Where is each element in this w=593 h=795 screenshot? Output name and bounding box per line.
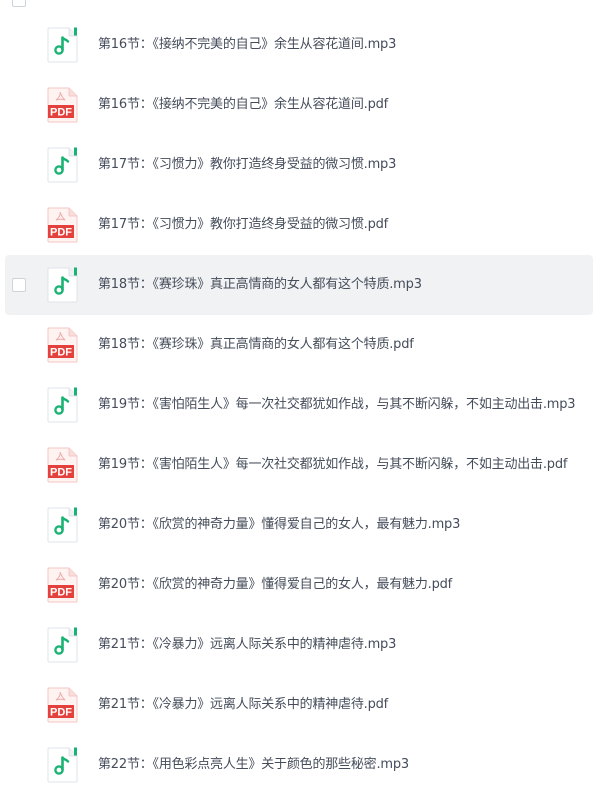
pdf-badge-text: PDF [50, 467, 72, 479]
file-name[interactable]: 第19节：《害怕陌生人》每一次社交都犹如作战，与其不断闪躲，不如主动出击.mp3 [98, 396, 576, 414]
file-name[interactable]: 第21节：《冷暴力》远离人际关系中的精神虐待.mp3 [98, 636, 396, 654]
music-note-icon [46, 147, 78, 183]
music-note-icon [46, 507, 78, 543]
file-row-pdf[interactable]: PDF 第21节：《冷暴力》远离人际关系中的精神虐待.pdf [0, 675, 593, 735]
file-list: 第16节：《接纳不完美的自己》余生从容花道间.mp3 PDF 第16节：《接纳不… [0, 15, 593, 795]
file-row-audio[interactable]: 第22节：《用色彩点亮人生》关于颜色的那些秘密.mp3 [0, 735, 593, 795]
pdf-file-icon: PDF [46, 687, 78, 723]
music-note-icon [46, 387, 78, 423]
pdf-badge-text: PDF [50, 227, 72, 239]
pdf-file-icon: PDF [46, 87, 78, 123]
music-note-icon [46, 267, 78, 303]
file-name[interactable]: 第17节：《习惯力》教你打造终身受益的微习惯.pdf [98, 216, 388, 234]
pdf-badge-text: PDF [50, 707, 72, 719]
file-name[interactable]: 第18节：《赛珍珠》真正高情商的女人都有这个特质.pdf [98, 336, 414, 354]
file-row-pdf[interactable]: PDF 第19节：《害怕陌生人》每一次社交都犹如作战，与其不断闪躲，不如主动出击… [0, 435, 593, 495]
file-row-pdf[interactable]: PDF 第20节：《欣赏的神奇力量》懂得爱自己的女人，最有魅力.pdf [0, 555, 593, 615]
file-name[interactable]: 第21节：《冷暴力》远离人际关系中的精神虐待.pdf [98, 696, 388, 714]
pdf-badge-text: PDF [50, 347, 72, 359]
file-name[interactable]: 第20节：《欣赏的神奇力量》懂得爱自己的女人，最有魅力.pdf [98, 576, 452, 594]
pdf-badge-text: PDF [50, 107, 72, 119]
file-name[interactable]: 第18节：《赛珍珠》真正高情商的女人都有这个特质.mp3 [98, 276, 422, 294]
file-name[interactable]: 第16节：《接纳不完美的自己》余生从容花道间.pdf [98, 96, 388, 114]
pdf-file-icon: PDF [46, 447, 78, 483]
select-all-checkbox[interactable] [12, 0, 26, 7]
pdf-badge-text: PDF [50, 587, 72, 599]
file-row-audio[interactable]: 第16节：《接纳不完美的自己》余生从容花道间.mp3 [0, 15, 593, 75]
music-note-icon [46, 747, 78, 783]
music-note-icon [46, 27, 78, 63]
file-name[interactable]: 第17节：《习惯力》教你打造终身受益的微习惯.mp3 [98, 156, 396, 174]
pdf-file-icon: PDF [46, 207, 78, 243]
file-name[interactable]: 第19节：《害怕陌生人》每一次社交都犹如作战，与其不断闪躲，不如主动出击.pdf [98, 456, 567, 474]
row-checkbox[interactable] [12, 278, 26, 292]
file-row-audio[interactable]: 第21节：《冷暴力》远离人际关系中的精神虐待.mp3 [0, 615, 593, 675]
file-row-audio[interactable]: 第17节：《习惯力》教你打造终身受益的微习惯.mp3 [0, 135, 593, 195]
file-row-pdf[interactable]: PDF 第18节：《赛珍珠》真正高情商的女人都有这个特质.pdf [0, 315, 593, 375]
music-note-icon [46, 627, 78, 663]
file-name[interactable]: 第16节：《接纳不完美的自己》余生从容花道间.mp3 [98, 36, 396, 54]
pdf-file-icon: PDF [46, 327, 78, 363]
folder-header-row[interactable] [0, 0, 593, 14]
pdf-file-icon: PDF [46, 567, 78, 603]
file-row-audio[interactable]: 第19节：《害怕陌生人》每一次社交都犹如作战，与其不断闪躲，不如主动出击.mp3 [0, 375, 593, 435]
file-name[interactable]: 第22节：《用色彩点亮人生》关于颜色的那些秘密.mp3 [98, 756, 409, 774]
file-row-audio[interactable]: 第18节：《赛珍珠》真正高情商的女人都有这个特质.mp3 [5, 255, 593, 315]
file-row-pdf[interactable]: PDF 第17节：《习惯力》教你打造终身受益的微习惯.pdf [0, 195, 593, 255]
file-row-pdf[interactable]: PDF 第16节：《接纳不完美的自己》余生从容花道间.pdf [0, 75, 593, 135]
file-row-audio[interactable]: 第20节：《欣赏的神奇力量》懂得爱自己的女人，最有魅力.mp3 [0, 495, 593, 555]
file-name[interactable]: 第20节：《欣赏的神奇力量》懂得爱自己的女人，最有魅力.mp3 [98, 516, 460, 534]
